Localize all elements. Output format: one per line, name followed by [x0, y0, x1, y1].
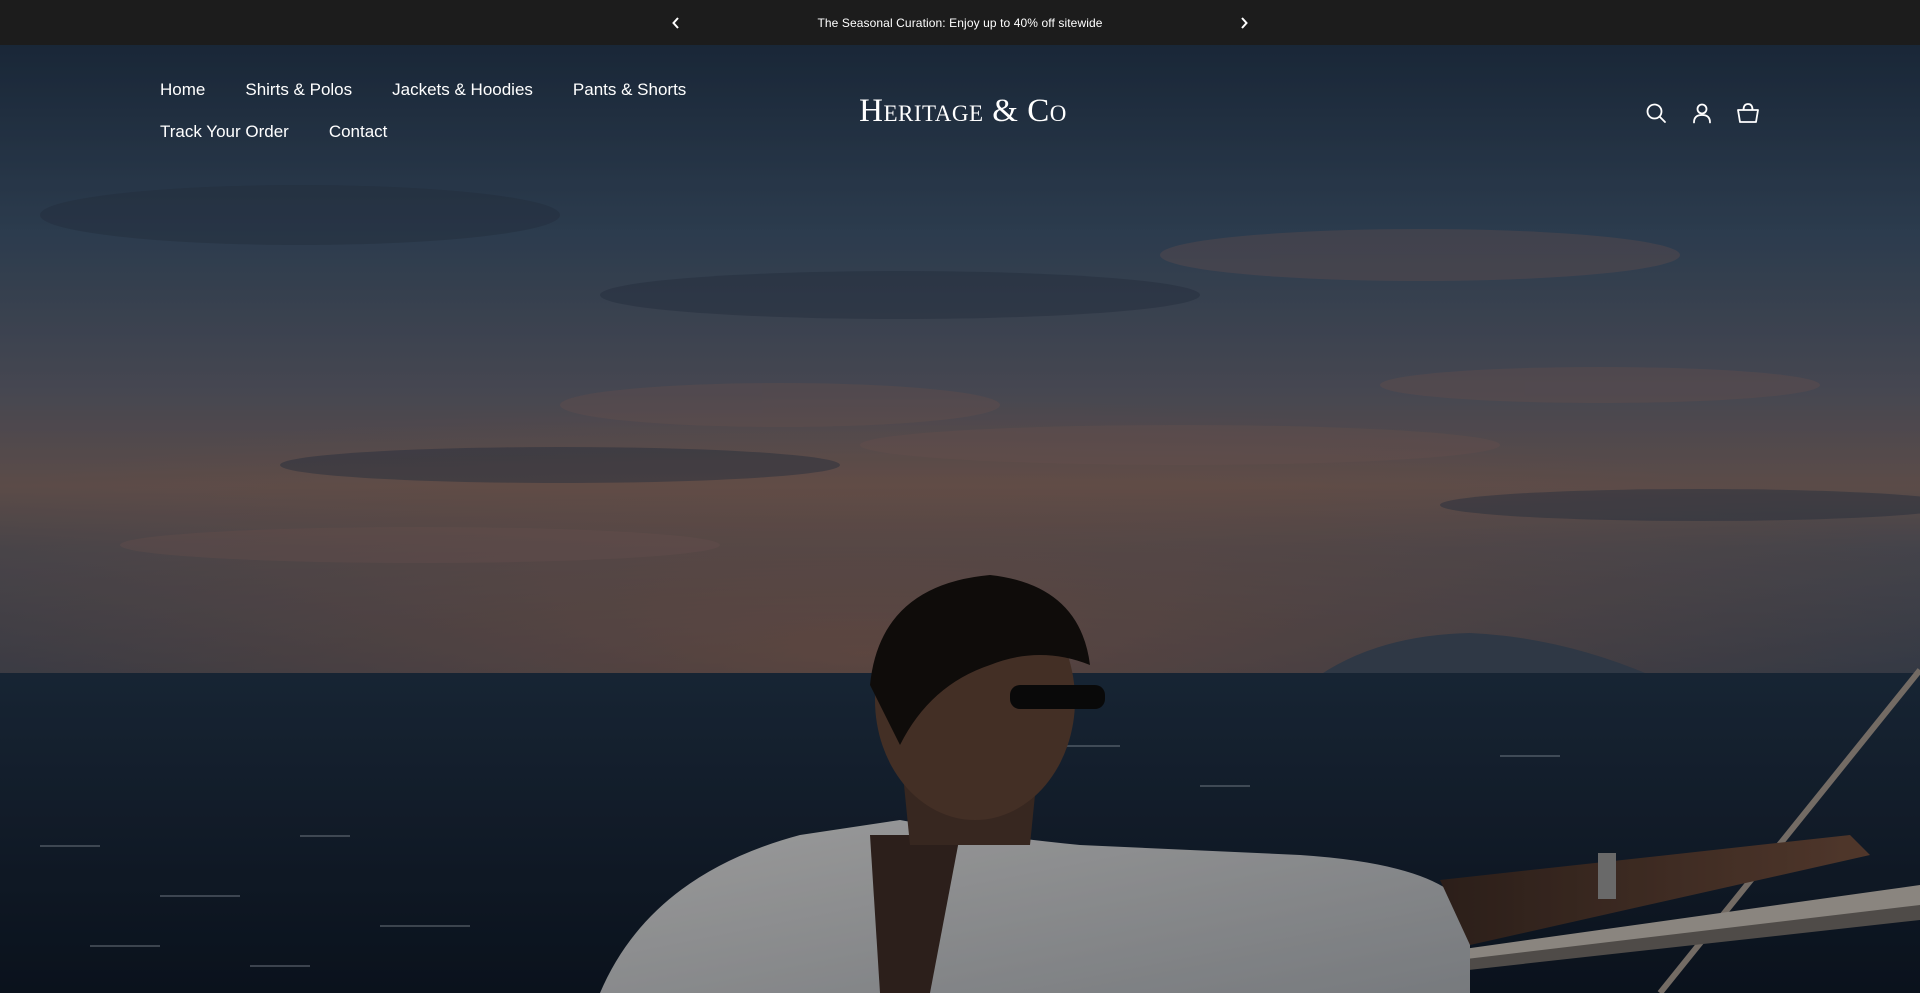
search-button[interactable]: [1644, 101, 1668, 125]
chevron-right-icon: [1241, 16, 1248, 29]
cart-icon: [1737, 103, 1759, 123]
nav-item-home[interactable]: Home: [160, 79, 205, 101]
announcement-bar: The Seasonal Curation: Enjoy up to 40% o…: [0, 0, 1920, 45]
search-icon: [1646, 103, 1666, 123]
account-icon: [1693, 103, 1711, 124]
header-actions: [1644, 101, 1760, 125]
announcement-text[interactable]: The Seasonal Curation: Enjoy up to 40% o…: [760, 16, 1160, 30]
site-header: Home Shirts & Polos Jackets & Hoodies Pa…: [0, 45, 1920, 165]
announcement-prev-button[interactable]: [664, 11, 688, 35]
nav-item-pants-shorts[interactable]: Pants & Shorts: [573, 79, 686, 101]
announcement-next-button[interactable]: [1232, 11, 1256, 35]
nav-item-contact[interactable]: Contact: [329, 121, 388, 143]
chevron-left-icon: [672, 16, 679, 29]
main-navigation: Home Shirts & Polos Jackets & Hoodies Pa…: [160, 79, 740, 143]
nav-item-track-order[interactable]: Track Your Order: [160, 121, 289, 143]
hero-image: [0, 45, 1920, 993]
nav-item-shirts-polos[interactable]: Shirts & Polos: [245, 79, 352, 101]
site-logo[interactable]: Heritage & Co: [850, 93, 1076, 130]
nav-item-jackets-hoodies[interactable]: Jackets & Hoodies: [392, 79, 533, 101]
account-button[interactable]: [1690, 101, 1714, 125]
hero-banner[interactable]: [0, 45, 1920, 993]
logo-text: Heritage & Co: [859, 93, 1067, 129]
cart-button[interactable]: [1736, 101, 1760, 125]
